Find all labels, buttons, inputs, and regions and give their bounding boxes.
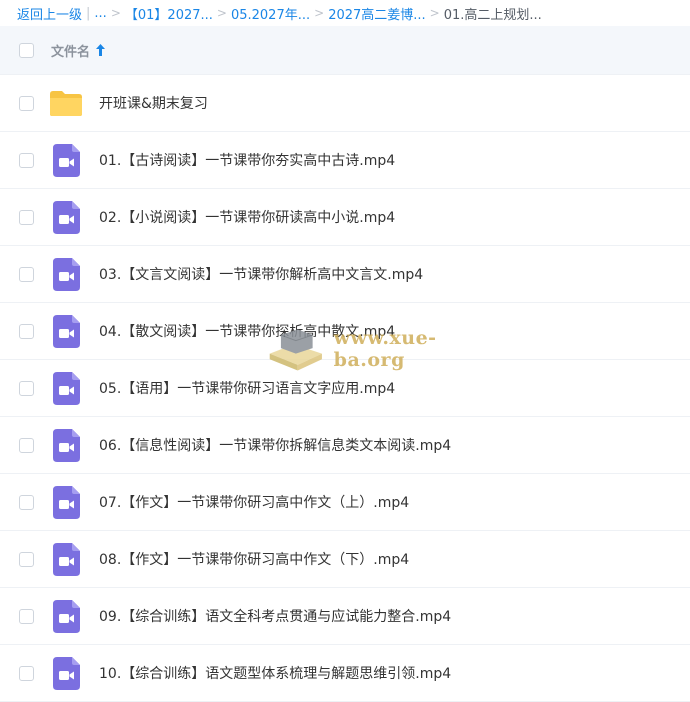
file-row[interactable]: 08.【作文】一节课带你研习高中作文（下）.mp4 <box>0 531 690 588</box>
video-file-icon <box>49 257 83 291</box>
breadcrumb-divider: | <box>86 5 91 21</box>
breadcrumb-item[interactable]: 2027高二姜博... <box>328 4 425 23</box>
video-file-icon <box>49 485 83 519</box>
breadcrumb-separator: > <box>110 6 121 20</box>
file-list: 开班课&期末复习 01.【古诗阅读】一节课带你夯实高中古诗.mp4 02.【小说阅读… <box>0 75 690 702</box>
row-checkbox[interactable] <box>19 380 34 396</box>
breadcrumb-separator: > <box>429 6 440 20</box>
file-name[interactable]: 06.【信息性阅读】一节课带你拆解信息类文本阅读.mp4 <box>99 435 451 455</box>
breadcrumb-current: 01.高二上规划... <box>443 7 542 23</box>
row-checkbox[interactable] <box>19 266 34 282</box>
file-row[interactable]: 03.【文言文阅读】一节课带你解析高中文言文.mp4 <box>0 246 690 303</box>
file-name[interactable]: 01.【古诗阅读】一节课带你夯实高中古诗.mp4 <box>99 150 395 170</box>
row-checkbox[interactable] <box>19 323 34 339</box>
breadcrumb-separator: > <box>216 6 227 20</box>
breadcrumb-separator: > <box>314 6 325 20</box>
file-row[interactable]: 开班课&期末复习 <box>0 75 690 132</box>
column-label: 文件名 <box>51 44 91 60</box>
file-row[interactable]: 02.【小说阅读】一节课带你研读高中小说.mp4 <box>0 189 690 246</box>
back-button[interactable]: 返回上一级 <box>17 4 82 23</box>
file-name[interactable]: 10.【综合训练】语文题型体系梳理与解题思维引领.mp4 <box>99 663 451 683</box>
file-row[interactable]: 09.【综合训练】语文全科考点贯通与应试能力整合.mp4 <box>0 588 690 645</box>
row-checkbox[interactable] <box>19 95 34 111</box>
file-list-header: 文件名 <box>0 26 690 75</box>
video-file-icon <box>49 656 83 690</box>
video-file-icon <box>49 143 83 177</box>
file-name[interactable]: 开班课&期末复习 <box>99 93 208 113</box>
file-name[interactable]: 09.【综合训练】语文全科考点贯通与应试能力整合.mp4 <box>99 606 451 626</box>
file-row[interactable]: 07.【作文】一节课带你研习高中作文（上）.mp4 <box>0 474 690 531</box>
video-file-icon <box>49 542 83 576</box>
file-row[interactable]: 01.【古诗阅读】一节课带你夯实高中古诗.mp4 <box>0 132 690 189</box>
sort-ascending-icon <box>96 44 106 56</box>
file-name[interactable]: 05.【语用】一节课带你研习语言文字应用.mp4 <box>99 378 395 398</box>
breadcrumb-item[interactable]: 【01】2027... <box>125 4 213 23</box>
row-checkbox[interactable] <box>19 209 34 225</box>
row-checkbox[interactable] <box>19 608 34 624</box>
file-name[interactable]: 02.【小说阅读】一节课带你研读高中小说.mp4 <box>99 207 395 227</box>
file-name[interactable]: 03.【文言文阅读】一节课带你解析高中文言文.mp4 <box>99 264 423 284</box>
row-checkbox[interactable] <box>19 494 34 510</box>
row-checkbox[interactable] <box>19 152 34 168</box>
file-row[interactable]: 04.【散文阅读】一节课带你探析高中散文.mp4 <box>0 303 690 360</box>
breadcrumb-item[interactable]: 05.2027年... <box>231 4 310 23</box>
file-name[interactable]: 04.【散文阅读】一节课带你探析高中散文.mp4 <box>99 321 395 341</box>
file-row[interactable]: 05.【语用】一节课带你研习语言文字应用.mp4 <box>0 360 690 417</box>
row-checkbox[interactable] <box>19 437 34 453</box>
video-file-icon <box>49 314 83 348</box>
row-checkbox[interactable] <box>19 551 34 567</box>
video-file-icon <box>49 428 83 462</box>
row-checkbox[interactable] <box>19 665 34 681</box>
breadcrumb: 返回上一级 | ... > 【01】2027... > 05.2027年... … <box>0 0 690 26</box>
folder-icon <box>49 86 83 120</box>
video-file-icon <box>49 200 83 234</box>
sort-by-name-button[interactable]: 文件名 <box>51 41 106 60</box>
file-name[interactable]: 08.【作文】一节课带你研习高中作文（下）.mp4 <box>99 549 409 569</box>
file-name[interactable]: 07.【作文】一节课带你研习高中作文（上）.mp4 <box>99 492 409 512</box>
video-file-icon <box>49 371 83 405</box>
file-row[interactable]: 06.【信息性阅读】一节课带你拆解信息类文本阅读.mp4 <box>0 417 690 474</box>
breadcrumb-ellipsis[interactable]: ... <box>94 6 106 21</box>
file-row[interactable]: 10.【综合训练】语文题型体系梳理与解题思维引领.mp4 <box>0 645 690 702</box>
video-file-icon <box>49 599 83 633</box>
select-all-checkbox[interactable] <box>19 42 34 58</box>
